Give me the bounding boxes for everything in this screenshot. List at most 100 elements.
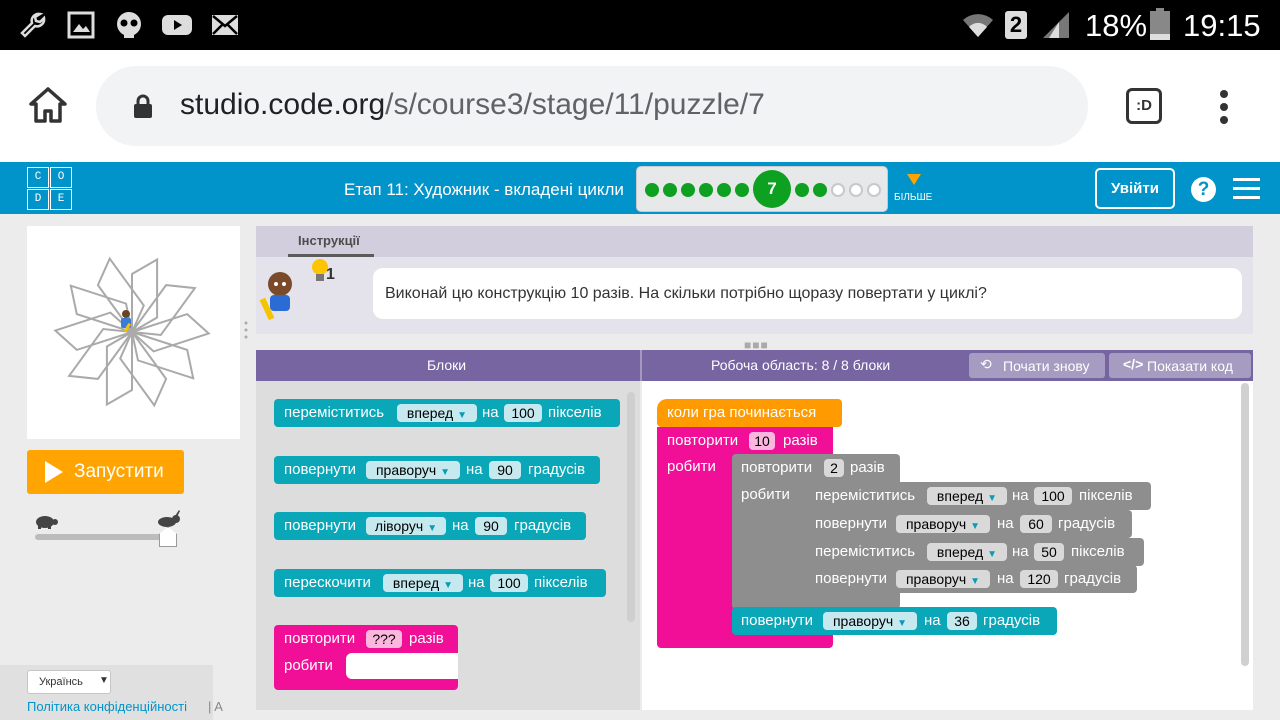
progress-dot[interactable]	[699, 183, 713, 197]
number-field[interactable]: 100	[504, 404, 542, 422]
browser-menu-icon[interactable]	[1218, 88, 1230, 126]
stage-title[interactable]: Етап 11: Художник - вкладені цикли	[344, 180, 624, 200]
dropdown-value: праворуч	[375, 462, 437, 478]
block-move-forward[interactable]: переміститись вперед ▼ на 50 пікселів	[806, 538, 1144, 566]
url-bar[interactable]: studio.code.org/s/course3/stage/11/puzzl…	[96, 66, 1088, 146]
hamburger-menu-icon[interactable]	[1233, 178, 1260, 200]
lock-icon	[134, 94, 152, 118]
dropdown-value: ліворуч	[374, 518, 424, 534]
sim-2-icon: 2	[1005, 11, 1027, 39]
dropdown-value: праворуч	[905, 516, 967, 532]
direction-dropdown[interactable]: вперед ▼	[927, 487, 1007, 505]
instructions-header: Інструкції	[256, 226, 1253, 257]
logo-letter: C	[27, 167, 49, 188]
home-icon[interactable]	[28, 86, 68, 124]
rabbit-icon[interactable]	[156, 510, 182, 528]
show-code-button[interactable]: </> Показати код	[1109, 353, 1251, 378]
direction-dropdown[interactable]: праворуч ▼	[896, 570, 990, 588]
character-avatar	[259, 272, 292, 321]
direction-dropdown[interactable]: вперед ▼	[383, 574, 463, 592]
run-label: Запустити	[74, 461, 164, 482]
number-field[interactable]: 120	[1020, 570, 1058, 588]
number-field[interactable]: 90	[489, 461, 521, 479]
direction-dropdown[interactable]: праворуч ▼	[366, 461, 460, 479]
progress-dot[interactable]	[795, 183, 809, 197]
direction-dropdown[interactable]: вперед ▼	[397, 404, 477, 422]
block-turn-right[interactable]: повернути праворуч ▼ на 36 градусів	[732, 607, 1057, 635]
resize-grip-icon[interactable]	[243, 320, 249, 340]
block-turn-right[interactable]: повернути праворуч ▼ на 90 градусів	[274, 456, 600, 484]
direction-dropdown[interactable]: праворуч ▼	[896, 515, 990, 533]
progress-current[interactable]: 7	[753, 170, 791, 208]
number-field[interactable]: 50	[1034, 543, 1064, 561]
progress-dot[interactable]	[645, 183, 659, 197]
block-text: градусів	[1058, 515, 1116, 532]
block-text: перескочити	[284, 574, 371, 591]
number-field[interactable]: 90	[475, 517, 507, 535]
block-turn-right[interactable]: повернути праворуч ▼ на 60 градусів	[806, 510, 1132, 538]
event-when-run[interactable]: коли гра починається	[657, 399, 842, 427]
block-text: робити	[284, 657, 333, 674]
progress-dot[interactable]	[831, 183, 845, 197]
code-org-logo[interactable]: C O D E	[27, 167, 73, 211]
turtle-icon[interactable]	[33, 513, 59, 529]
tab-switcher-button[interactable]: :D	[1126, 88, 1162, 124]
dropdown-value: праворуч	[832, 613, 894, 629]
battery-icon	[1150, 8, 1170, 40]
run-button[interactable]: Запустити	[27, 450, 184, 494]
block-turn-right[interactable]: повернути праворуч ▼ на 120 градусів	[806, 565, 1137, 593]
dropdown-value: вперед	[406, 405, 454, 421]
block-text: переміститись	[815, 487, 916, 504]
number-field[interactable]: 10	[749, 432, 775, 450]
wrench-icon	[20, 12, 46, 38]
url-host: studio.code.org	[180, 88, 386, 121]
help-icon[interactable]: ?	[1191, 177, 1216, 202]
code-icon: </>	[1123, 356, 1144, 372]
header-divider	[640, 350, 642, 381]
toolbox-scrollbar[interactable]	[627, 392, 635, 622]
block-turn-left[interactable]: повернути ліворуч ▼ на 90 градусів	[274, 512, 586, 540]
reset-label: Почати знову	[1003, 358, 1090, 374]
progress-dot[interactable]	[735, 183, 749, 197]
tab-instructions[interactable]: Інструкції	[298, 233, 360, 248]
number-field[interactable]: 36	[947, 612, 977, 630]
block-repeat[interactable]: повторити ??? разів робити	[274, 625, 458, 690]
more-arrow-icon[interactable]	[907, 174, 921, 185]
progress-dot[interactable]	[849, 183, 863, 197]
direction-dropdown[interactable]: праворуч ▼	[823, 612, 917, 630]
privacy-policy-link[interactable]: Політика конфіденційності	[27, 699, 187, 714]
number-field[interactable]: 2	[824, 459, 844, 477]
block-text: на	[1012, 487, 1029, 504]
dropdown-arrow-icon: ▼	[987, 493, 998, 504]
block-text: на	[466, 461, 483, 478]
url-text: studio.code.org/s/course3/stage/11/puzzl…	[180, 88, 765, 122]
number-field[interactable]: 100	[1034, 487, 1072, 505]
reset-button[interactable]: ⟲ Почати знову	[969, 353, 1105, 378]
block-move-forward[interactable]: переміститись вперед ▼ на 100 пікселів	[806, 482, 1151, 510]
speed-slider-track[interactable]	[35, 534, 165, 540]
block-text: повернути	[284, 461, 356, 478]
block-jump-forward[interactable]: перескочити вперед ▼ на 100 пікселів	[274, 569, 606, 597]
drawing-canvas	[27, 226, 240, 439]
direction-dropdown[interactable]: ліворуч ▼	[366, 517, 446, 535]
block-text: на	[468, 574, 485, 591]
number-field[interactable]: ???	[366, 630, 402, 648]
progress-dot[interactable]	[717, 183, 731, 197]
more-label[interactable]: БІЛЬШЕ	[894, 192, 932, 203]
number-field[interactable]: 100	[490, 574, 528, 592]
direction-dropdown[interactable]: вперед ▼	[927, 543, 1007, 561]
instructions-text: Виконай цю конструкцію 10 разів. На скіл…	[385, 285, 987, 302]
toolbox-title: Блоки	[427, 357, 467, 373]
block-text: на	[452, 517, 469, 534]
show-code-label: Показати код	[1147, 358, 1233, 374]
status-time: 19:15	[1183, 8, 1261, 43]
dropdown-arrow-icon: ▼	[427, 523, 438, 534]
block-move-forward[interactable]: переміститись вперед ▼ на 100 пікселів	[274, 399, 620, 427]
progress-dot[interactable]	[663, 183, 677, 197]
number-field[interactable]: 60	[1020, 515, 1052, 533]
progress-dot[interactable]	[813, 183, 827, 197]
progress-dot[interactable]	[867, 183, 881, 197]
progress-dot[interactable]	[681, 183, 695, 197]
sign-in-button[interactable]: Увійти	[1095, 168, 1175, 209]
workspace-scrollbar[interactable]	[1241, 383, 1249, 666]
